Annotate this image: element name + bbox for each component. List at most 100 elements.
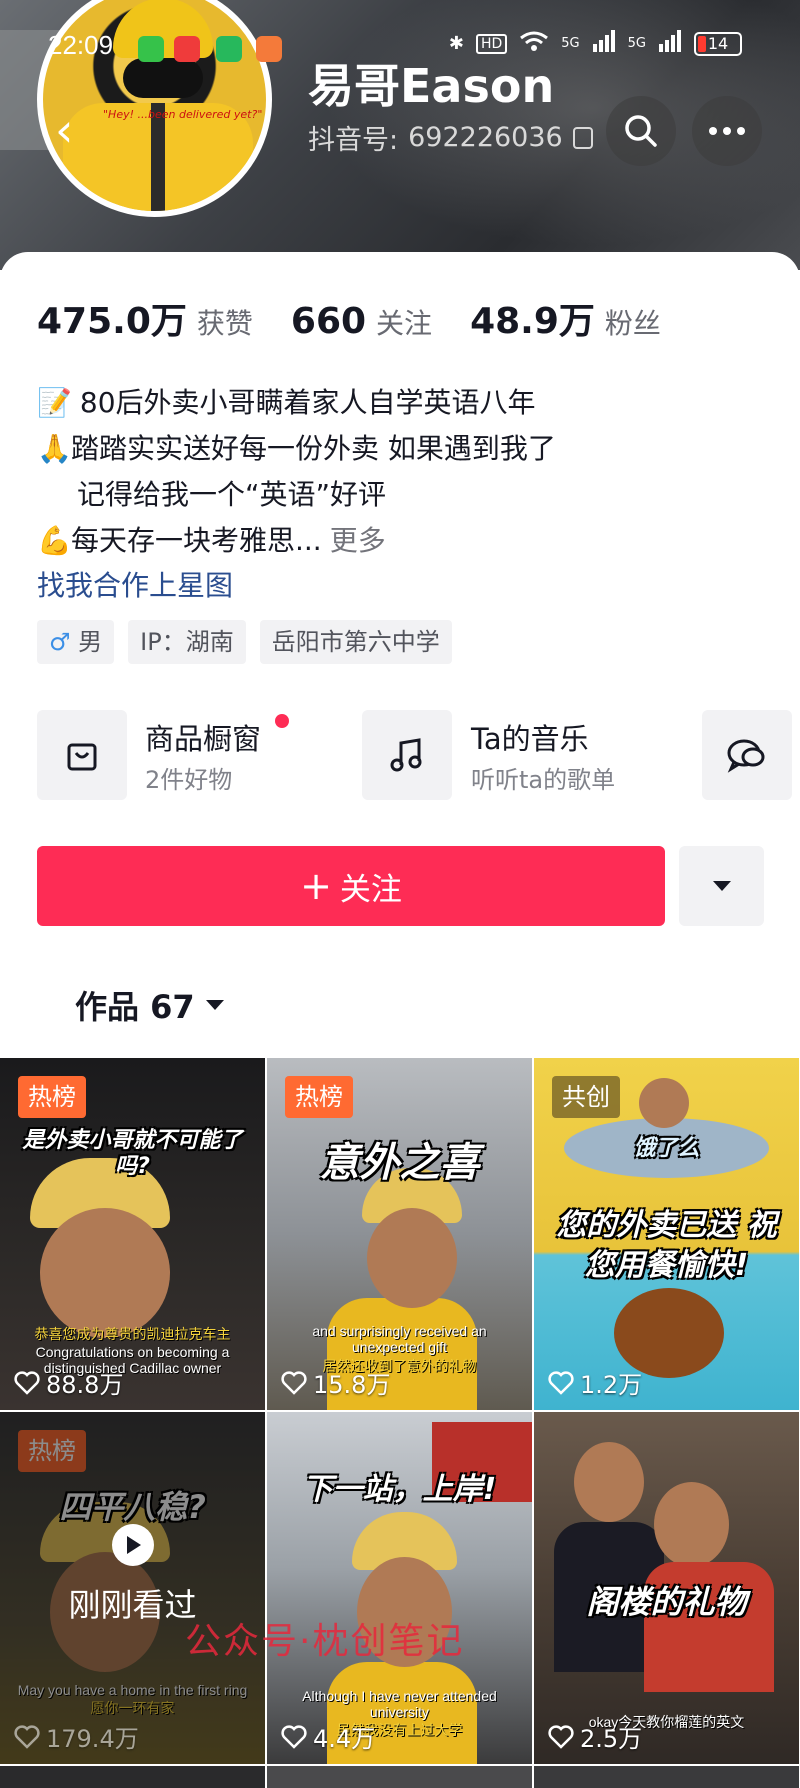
- search-button[interactable]: [606, 96, 676, 166]
- tab-works[interactable]: 作品 67: [75, 982, 225, 1028]
- battery-icon: 14: [694, 31, 742, 56]
- handle-value: 692226036: [408, 122, 563, 153]
- hot-badge: 热榜: [285, 1076, 353, 1118]
- following-label[interactable]: 关注: [376, 302, 432, 342]
- co-create-badge: 共创: [552, 1076, 620, 1118]
- bio-line-3: 记得给我一个“英语”好评: [77, 478, 387, 511]
- video-caption-en: Although I have never attended universit…: [302, 1688, 497, 1720]
- video-headline: 阁楼的礼物: [586, 1583, 747, 1621]
- video-tile[interactable]: 热榜 四平八稳? May you have a home in the firs…: [0, 1412, 265, 1764]
- handle-label: 抖音号:: [308, 125, 399, 156]
- shop-window-title[interactable]: 商品橱窗: [145, 716, 261, 758]
- shop-window-button[interactable]: [37, 710, 127, 800]
- signal-1-icon: [592, 30, 616, 57]
- works-tab-label: 作品 67: [75, 988, 195, 1026]
- follow-button[interactable]: + 关注: [37, 846, 665, 926]
- triangle-down-icon: [712, 881, 731, 891]
- shopping-bag-icon: [67, 743, 97, 771]
- bio-line-4: 💪每天存一块考雅思... 更多: [37, 518, 757, 564]
- play-button[interactable]: [112, 1524, 154, 1566]
- bio-line-2: 🙏踏踏实实送好每一份外卖 如果遇到我了: [37, 426, 757, 472]
- music-title[interactable]: Ta的音乐: [471, 716, 589, 758]
- watermark-text: 公众号·枕创笔记: [185, 1621, 465, 1662]
- video-tile[interactable]: 共创 饿了么 您的外卖已送 祝您用餐愉快! 1.2万: [534, 1058, 799, 1410]
- plus-icon: +: [300, 864, 332, 908]
- video-tile[interactable]: [534, 1766, 799, 1788]
- likes-count: 475.0万: [37, 301, 187, 342]
- back-icon[interactable]: ‹: [55, 105, 95, 155]
- child-face: [574, 1442, 644, 1522]
- shopping-app-icon: [174, 36, 200, 62]
- heart-icon: [548, 1370, 574, 1395]
- video-likes: 15.8万: [281, 1365, 390, 1400]
- triangle-down-icon: [205, 1000, 224, 1010]
- music-note-icon: [390, 738, 422, 772]
- video-headline-top: 饿了么: [633, 1136, 700, 1161]
- gender-tag: ♂ 男: [37, 620, 115, 664]
- video-tile[interactable]: 阁楼的礼物 okay今天教你榴莲的英文 2.5万: [534, 1412, 799, 1764]
- heart-icon: [548, 1724, 574, 1749]
- video-headline: 是外卖小哥就不可能了吗?: [22, 1128, 243, 1179]
- bio-more-link[interactable]: 更多: [330, 524, 386, 557]
- likes-label: 获赞: [196, 307, 253, 340]
- pray-icon: 🙏: [37, 432, 72, 465]
- video-likes: 179.4万: [14, 1719, 139, 1754]
- heart-icon: [14, 1724, 40, 1749]
- music-button[interactable]: [362, 710, 452, 800]
- heart-icon: [14, 1370, 40, 1395]
- fans-count[interactable]: 48.9万: [470, 292, 595, 344]
- network-2-label: 5G: [627, 36, 646, 51]
- school-tag[interactable]: 岳阳市第六中学: [259, 620, 452, 664]
- network-1-label: 5G: [561, 36, 580, 51]
- video-likes: 88.8万: [14, 1365, 123, 1400]
- fitness-app-icon: [256, 36, 282, 62]
- video-likes: 1.2万: [548, 1365, 642, 1400]
- signal-2-icon: [658, 30, 682, 57]
- video-tile[interactable]: 下一站，上岸! Although I have never attended u…: [267, 1412, 532, 1764]
- copy-icon[interactable]: [572, 126, 593, 149]
- profile-stats: 475.0万 获赞 660 关注 48.9万 粉丝: [37, 292, 699, 344]
- following-count[interactable]: 660: [291, 301, 366, 342]
- more-button[interactable]: [692, 96, 762, 166]
- shop-notification-dot: [275, 714, 289, 728]
- video-thumbnail-face: [654, 1482, 729, 1567]
- video-tile[interactable]: 热榜 是外卖小哥就不可能了吗? 恭喜您成为尊贵的凯迪拉克车主 Congratul…: [0, 1058, 265, 1410]
- video-likes: 4.4万: [281, 1719, 375, 1754]
- video-tile[interactable]: 热榜 意外之喜 and surprisingly received an une…: [267, 1058, 532, 1410]
- ip-tag: IP：湖南: [128, 620, 246, 664]
- video-headline: 意外之喜: [319, 1140, 480, 1186]
- shop-window-subtitle: 2件好物: [145, 766, 233, 794]
- heart-icon: [281, 1370, 307, 1395]
- video-headline: 您的外卖已送 祝您用餐愉快!: [556, 1208, 777, 1283]
- video-thumbnail-face: [367, 1208, 457, 1308]
- avatar-caption: "Hey! ...been delivered yet?": [103, 108, 263, 121]
- message-app-icon: [138, 36, 164, 62]
- profile-name: 易哥Eason: [308, 59, 555, 113]
- male-icon: ♂: [49, 628, 71, 656]
- battery-level: 14: [707, 34, 729, 53]
- video-caption-en: and surprisingly received an unexpected …: [312, 1323, 487, 1355]
- message-button[interactable]: [702, 710, 792, 800]
- more-icon: [709, 127, 745, 135]
- follow-dropdown-button[interactable]: [679, 846, 764, 926]
- video-thumbnail-face: [639, 1078, 689, 1128]
- profile-bio: 📝 80后外卖小哥瞒着家人自学英语八年 🙏踏踏实实送好每一份外卖 如果遇到我了 …: [37, 380, 757, 564]
- video-likes: 2.5万: [548, 1719, 642, 1754]
- search-icon: [625, 115, 657, 147]
- feature-row: 商品橱窗 2件好物 Ta的音乐 听听ta的歌单: [37, 710, 800, 800]
- video-headline: 下一站，上岸!: [302, 1472, 497, 1507]
- profile-tags: ♂ 男 IP：湖南 岳阳市第六中学: [37, 620, 452, 664]
- fans-label[interactable]: 粉丝: [605, 302, 661, 342]
- hot-badge: 热榜: [18, 1076, 86, 1118]
- star-map-link[interactable]: 找我合作上星图: [37, 564, 233, 604]
- muscle-icon: 💪: [37, 524, 72, 557]
- chat-bubble-icon: [727, 739, 765, 773]
- video-tile[interactable]: [267, 1766, 532, 1788]
- memo-icon: 📝: [37, 386, 72, 419]
- video-caption-cn: 恭喜您成为尊贵的凯迪拉克车主: [34, 1326, 231, 1342]
- heart-icon: [281, 1724, 307, 1749]
- wallet-app-icon: [216, 36, 242, 62]
- video-tile[interactable]: [0, 1766, 265, 1788]
- follow-label: 关注: [339, 871, 402, 908]
- video-thumbnail-face: [40, 1208, 170, 1338]
